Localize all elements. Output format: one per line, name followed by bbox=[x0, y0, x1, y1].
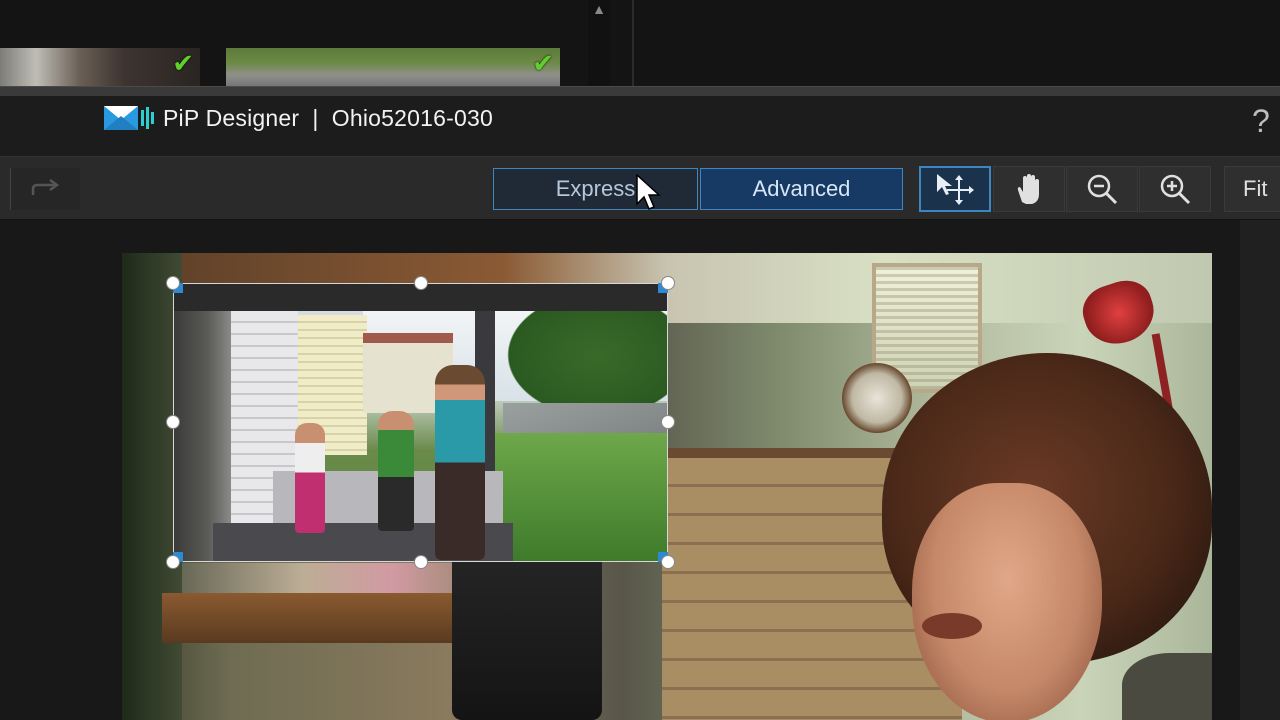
project-name: Ohio52016-030 bbox=[331, 105, 493, 131]
scroll-up-icon[interactable]: ▲ bbox=[588, 0, 610, 18]
resize-handle-bottom[interactable] bbox=[414, 555, 428, 569]
pip-lawn bbox=[493, 433, 668, 562]
hand-icon bbox=[1017, 174, 1039, 204]
advanced-mode-button[interactable]: Advanced bbox=[700, 168, 903, 210]
clip-thumbnail-1[interactable]: ✔ bbox=[0, 48, 200, 86]
scene-desk bbox=[162, 593, 482, 643]
resize-handle-top-left[interactable] bbox=[166, 276, 180, 290]
pip-designer-logo-icon bbox=[104, 106, 154, 130]
timeline-thumbnail-strip: ✔ ✔ ▲ bbox=[0, 0, 1280, 88]
resize-handle-left[interactable] bbox=[166, 415, 180, 429]
zoom-out-button[interactable] bbox=[1066, 166, 1138, 212]
resize-handle-right[interactable] bbox=[661, 415, 675, 429]
scene-desk-items bbox=[182, 563, 482, 597]
canvas-gutter bbox=[1240, 220, 1280, 720]
redo-icon bbox=[31, 179, 59, 195]
zoom-in-button[interactable] bbox=[1139, 166, 1211, 212]
title-separator: | bbox=[312, 105, 319, 131]
zoom-out-icon bbox=[1087, 174, 1118, 205]
redo-button[interactable] bbox=[10, 168, 80, 210]
select-move-tool-button[interactable] bbox=[919, 166, 991, 212]
window-title: PiP Designer | Ohio52016-030 bbox=[163, 104, 493, 132]
help-icon[interactable]: ? bbox=[1252, 104, 1270, 138]
resize-handle-bottom-right[interactable] bbox=[661, 555, 675, 569]
clip-thumbnail-2[interactable]: ✔ bbox=[226, 48, 560, 86]
zoom-in-icon bbox=[1160, 174, 1191, 205]
pip-person-woman bbox=[435, 365, 485, 560]
express-mode-button[interactable]: Express bbox=[493, 168, 698, 210]
mouse-cursor-icon bbox=[636, 174, 661, 210]
fit-button[interactable]: Fit bbox=[1224, 166, 1280, 212]
resize-handle-top[interactable] bbox=[414, 276, 428, 290]
panel-splitter[interactable] bbox=[0, 86, 1280, 96]
scene-person-face bbox=[912, 483, 1102, 720]
scene-person-shoulder bbox=[1122, 653, 1212, 720]
select-move-icon bbox=[937, 174, 974, 205]
vertical-scrollbar[interactable]: ▲ bbox=[588, 0, 610, 88]
resize-handle-top-right[interactable] bbox=[661, 276, 675, 290]
check-icon: ✔ bbox=[172, 48, 194, 78]
scene-clock bbox=[842, 363, 912, 433]
app-name: PiP Designer bbox=[163, 105, 300, 131]
pip-person-girl bbox=[295, 423, 325, 533]
resize-handle-bottom-left[interactable] bbox=[166, 555, 180, 569]
scene-person-mouth bbox=[922, 613, 982, 639]
pip-overlay-video[interactable] bbox=[173, 283, 668, 562]
pip-person-boy bbox=[378, 411, 414, 531]
hand-tool-button[interactable] bbox=[993, 166, 1065, 212]
check-icon: ✔ bbox=[532, 48, 554, 78]
divider bbox=[632, 0, 634, 88]
